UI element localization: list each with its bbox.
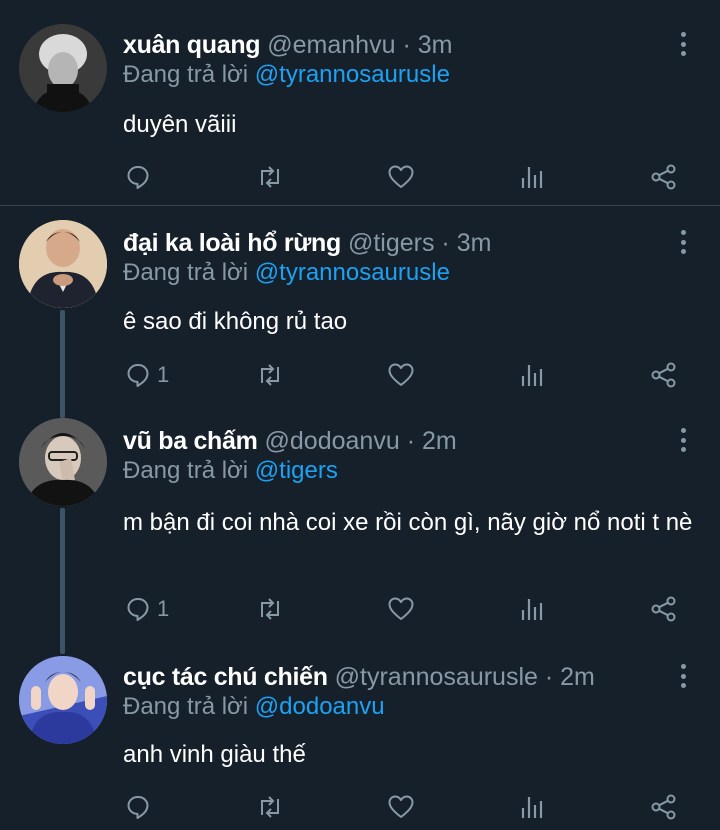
tweet[interactable]: xuân quang @emanhvu · 3m Đang trả lời @t…	[0, 0, 720, 205]
timestamp[interactable]: 2m	[560, 663, 595, 691]
avatar-image	[19, 418, 107, 506]
share-button[interactable]	[650, 594, 678, 624]
avatar[interactable]	[19, 656, 107, 744]
analytics-button[interactable]	[519, 360, 545, 390]
analytics-button[interactable]	[519, 792, 545, 822]
retweet-button[interactable]	[256, 594, 284, 624]
replying-to: Đang trả lời @tyrannosaurusle	[123, 256, 450, 290]
comment-bubble-icon	[127, 598, 149, 621]
share-icon	[651, 596, 676, 622]
reply-button[interactable]: 1	[125, 360, 169, 390]
analytics-button[interactable]	[519, 594, 545, 624]
separator-dot: ·	[544, 663, 554, 691]
user-handle[interactable]: @tyrannosaurusle	[335, 663, 538, 691]
reply-button[interactable]	[125, 792, 157, 822]
share-button[interactable]	[650, 792, 678, 822]
avatar-image	[19, 24, 107, 112]
avatar[interactable]	[19, 24, 107, 112]
replying-label: Đang trả lời	[123, 61, 249, 88]
bar-chart-icon	[521, 599, 543, 620]
retweet-arrows-icon	[261, 166, 279, 188]
share-button[interactable]	[650, 360, 678, 390]
like-button[interactable]	[387, 594, 415, 624]
heart-icon	[388, 363, 414, 386]
replying-to: Đang trả lời @tigers	[123, 454, 338, 488]
display-name[interactable]: đại ka loài hổ rừng	[123, 229, 341, 257]
comment-bubble-icon	[127, 364, 149, 387]
reply-button[interactable]	[125, 162, 157, 192]
avatar-image	[19, 656, 107, 744]
share-icon	[651, 362, 676, 388]
bar-chart-icon	[521, 797, 543, 818]
tweet[interactable]: vũ ba chấm @dodoanvu · 2m Đang trả lời @…	[0, 406, 720, 642]
tweet[interactable]: đại ka loài hổ rừng @tigers · 3m Đang tr…	[0, 206, 720, 406]
separator-dot: ·	[406, 427, 416, 455]
reply-mention-link[interactable]: @dodoanvu	[255, 693, 385, 720]
action-bar: 1	[0, 594, 720, 624]
tweet-text: ê sao đi không rủ tao	[123, 308, 348, 335]
comment-bubble-icon	[127, 796, 149, 819]
tweet[interactable]: cục tác chú chiến @tyrannosaurusle · 2m …	[0, 642, 720, 830]
reply-mention-link[interactable]: @tyrannosaurusle	[255, 259, 450, 286]
share-icon	[651, 164, 676, 190]
reply-count: 1	[157, 362, 170, 387]
bar-chart-icon	[521, 365, 543, 386]
share-button[interactable]	[650, 162, 678, 192]
like-button[interactable]	[387, 792, 415, 822]
replying-to: Đang trả lời @tyrannosaurusle	[123, 58, 450, 92]
comment-bubble-icon	[127, 166, 149, 189]
action-bar	[0, 162, 720, 192]
avatar[interactable]	[19, 220, 107, 308]
reply-mention-link[interactable]: @tigers	[255, 457, 338, 484]
reply-mention-link[interactable]: @tyrannosaurusle	[255, 61, 450, 88]
separator-dot: ·	[441, 229, 450, 257]
analytics-button[interactable]	[519, 162, 545, 192]
user-handle[interactable]: @tigers	[348, 229, 435, 257]
avatar[interactable]	[19, 418, 107, 506]
replying-label: Đang trả lời	[123, 259, 249, 286]
like-button[interactable]	[387, 360, 415, 390]
replying-to: Đang trả lời @dodoanvu	[123, 690, 385, 724]
heart-icon	[388, 597, 414, 620]
user-handle[interactable]: @dodoanvu	[265, 427, 400, 455]
heart-icon	[388, 165, 414, 188]
display-name[interactable]: vũ ba chấm	[123, 427, 258, 455]
display-name[interactable]: xuân quang	[123, 31, 261, 59]
more-options-icon[interactable]	[672, 426, 694, 454]
separator-dot: ·	[402, 31, 411, 59]
replying-label: Đang trả lời	[123, 457, 249, 484]
more-options-icon[interactable]	[672, 228, 694, 256]
retweet-arrows-icon	[261, 364, 279, 386]
bar-chart-icon	[521, 167, 543, 188]
more-options-icon[interactable]	[672, 662, 694, 690]
like-button[interactable]	[387, 162, 415, 192]
retweet-arrows-icon	[261, 796, 279, 818]
timestamp[interactable]: 3m	[418, 31, 453, 59]
tweet-text: duyên vãiii	[123, 111, 237, 138]
avatar-image	[19, 220, 107, 308]
timestamp[interactable]: 3m	[457, 229, 492, 257]
more-options-icon[interactable]	[672, 30, 694, 58]
retweet-button[interactable]	[256, 360, 284, 390]
display-name[interactable]: cục tác chú chiến	[123, 663, 328, 691]
user-handle[interactable]: @emanhvu	[267, 31, 395, 59]
timestamp[interactable]: 2m	[422, 427, 457, 455]
tweet-text: anh vinh giàu thế	[123, 741, 306, 768]
reply-count: 1	[157, 596, 170, 621]
action-bar	[0, 792, 720, 822]
reply-button[interactable]: 1	[125, 594, 169, 624]
action-bar: 1	[0, 360, 720, 390]
retweet-button[interactable]	[256, 162, 284, 192]
retweet-button[interactable]	[256, 792, 284, 822]
replying-label: Đang trả lời	[123, 693, 249, 720]
tweet-text: m bận đi coi nhà coi xe rồi còn gì, nãy …	[123, 509, 693, 536]
share-icon	[651, 794, 676, 820]
retweet-arrows-icon	[261, 598, 279, 620]
heart-icon	[388, 795, 414, 818]
